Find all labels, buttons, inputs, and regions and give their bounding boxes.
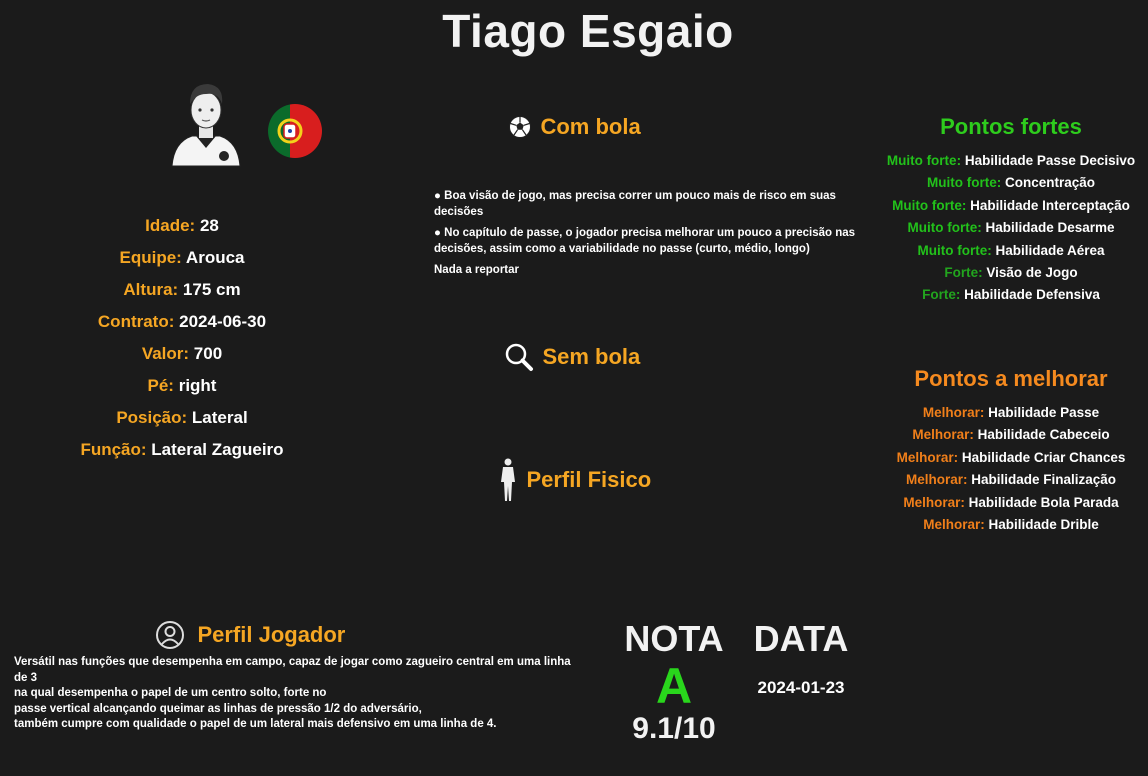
player-avatar-icon xyxy=(168,78,244,168)
player-name: Tiago Esgaio xyxy=(442,5,734,57)
data-label: DATA xyxy=(753,618,849,659)
detail-equipe: Equipe: Arouca xyxy=(119,248,245,267)
strength-item: Muito forte: Concentração xyxy=(926,175,1096,191)
strengths-panel: Pontos fortes Muito forte: Habilidade Pa… xyxy=(880,114,1142,307)
strength-item: Muito forte: Habilidade Passe Decisivo xyxy=(886,153,1136,168)
improvement-item: Melhorar: Habilidade Criar Chances xyxy=(896,449,1126,465)
perfil-fisico-header: Perfil Fisico xyxy=(498,458,651,507)
nota-grade: A xyxy=(655,658,693,714)
com-bola-notes: ● Boa visão de jogo, mas precisa correr … xyxy=(434,188,884,283)
strength-item: Forte: Habilidade Defensiva xyxy=(922,287,1100,303)
strength-item: Muito forte: Habilidade Aérea xyxy=(917,242,1105,258)
data-block: DATA 2024-01-23 xyxy=(742,618,860,698)
perfil-jogador-title: Perfil Jogador xyxy=(197,621,346,647)
detail-idade: Idade: 28 xyxy=(145,216,219,235)
improvement-item: Melhorar: Habilidade Cabeceio xyxy=(912,427,1110,443)
nota-block: NOTA A 9.1/10 xyxy=(612,618,736,746)
improvement-item: Melhorar: Habilidade Passe xyxy=(922,405,1100,420)
user-circle-icon xyxy=(155,620,185,655)
player-details: Idade: 28 Equipe: Arouca Altura: 175 cm … xyxy=(0,210,364,466)
com-bola-note: ● No capítulo de passe, o jogador precis… xyxy=(434,227,856,255)
magnifier-icon xyxy=(504,342,534,377)
detail-altura: Altura: 175 cm xyxy=(123,280,241,299)
detail-pe: Pé: right xyxy=(147,376,217,395)
detail-valor: Valor: 700 xyxy=(141,344,223,363)
perfil-jogador-text: Versátil nas funções que desempenha em c… xyxy=(14,656,571,730)
strength-item: Forte: Visão de Jogo xyxy=(944,264,1078,280)
sem-bola-title: Sem bola xyxy=(542,343,641,369)
com-bola-note: ● Boa visão de jogo, mas precisa correr … xyxy=(434,190,836,218)
detail-funcao: Função: Lateral Zagueiro xyxy=(80,440,284,459)
improvement-item: Melhorar: Habilidade Drible xyxy=(923,516,1099,532)
strength-item: Muito forte: Habilidade Desarme xyxy=(907,220,1115,236)
detail-posicao: Posição: Lateral xyxy=(116,408,248,427)
perfil-fisico-title: Perfil Fisico xyxy=(526,466,652,492)
perfil-jogador-header: Perfil Jogador xyxy=(155,620,345,655)
sem-bola-header: Sem bola xyxy=(504,342,640,377)
improvements-panel: Pontos a melhorar Melhorar: Habilidade P… xyxy=(880,366,1142,536)
com-bola-title: Com bola xyxy=(540,114,641,139)
body-silhouette-icon xyxy=(498,458,518,507)
improvements-title: Pontos a melhorar xyxy=(914,366,1108,391)
data-value: 2024-01-23 xyxy=(757,678,845,697)
com-bola-header: Com bola xyxy=(508,114,641,144)
portugal-flag-icon xyxy=(266,102,324,160)
improvement-item: Melhorar: Habilidade Finalização xyxy=(905,472,1117,488)
nota-label: NOTA xyxy=(624,618,724,659)
soccer-ball-icon xyxy=(508,115,532,144)
detail-contrato: Contrato: 2024-06-30 xyxy=(97,312,267,331)
com-bola-note: Nada a reportar xyxy=(434,264,520,276)
nota-score: 9.1/10 xyxy=(632,712,716,745)
strengths-title: Pontos fortes xyxy=(940,114,1082,139)
improvement-item: Melhorar: Habilidade Bola Parada xyxy=(903,494,1119,510)
strength-item: Muito forte: Habilidade Interceptação xyxy=(892,197,1130,213)
